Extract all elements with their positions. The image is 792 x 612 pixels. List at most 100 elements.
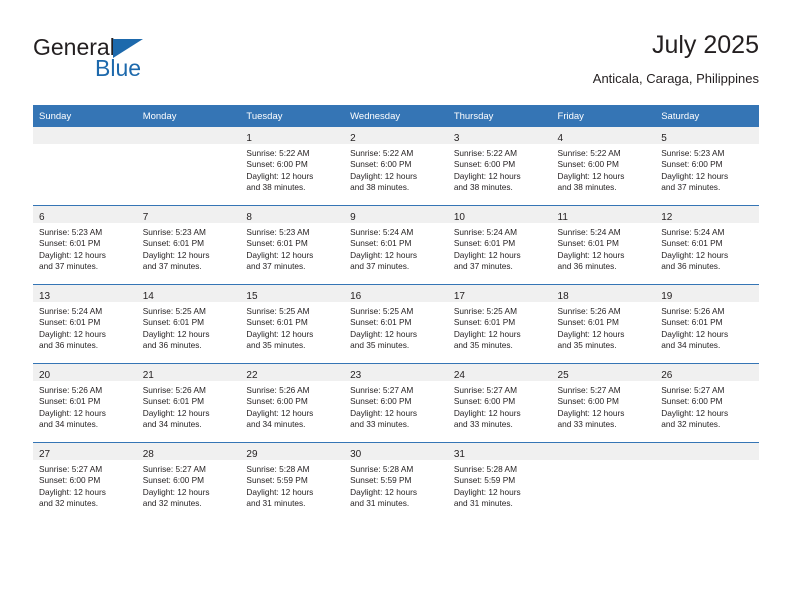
calendar-day-cell[interactable]: 1 Sunrise: 5:22 AM Sunset: 6:00 PM Daylight… bbox=[240, 127, 345, 206]
day-detail-line: Daylight: 12 hours bbox=[557, 328, 625, 339]
day-number-band: 27 bbox=[33, 443, 137, 460]
day-detail-line: Daylight: 12 hours bbox=[142, 486, 210, 497]
day-detail-line: Daylight: 12 hours bbox=[246, 170, 314, 181]
day-detail-line: Sunset: 6:01 PM bbox=[350, 317, 412, 328]
day-detail-block bbox=[552, 460, 656, 464]
day-number: 18 bbox=[557, 291, 569, 302]
calendar-day-cell[interactable]: 15 Sunrise: 5:25 AM Sunset: 6:01 PM Dayligh… bbox=[240, 284, 345, 364]
day-number-band: 14 bbox=[136, 285, 241, 302]
day-detail-line: Sunrise: 5:26 AM bbox=[557, 306, 621, 316]
day-detail-line: Sunset: 6:00 PM bbox=[661, 396, 723, 407]
day-detail-line: Sunset: 6:00 PM bbox=[453, 396, 516, 407]
day-detail-line: Daylight: 12 hours bbox=[661, 170, 729, 181]
day-detail-block: Sunrise: 5:23 AM Sunset: 6:00 PM Daylight:… bbox=[655, 144, 759, 194]
calendar-day-cell[interactable]: 3 Sunrise: 5:22 AM Sunset: 6:00 PM Daylight… bbox=[447, 127, 552, 206]
calendar-day-cell[interactable]: 12 Sunrise: 5:24 AM Sunset: 6:01 PM Dayligh… bbox=[655, 205, 759, 285]
calendar-day-cell[interactable]: 25 Sunrise: 5:27 AM Sunset: 6:00 PM Dayligh… bbox=[551, 363, 656, 443]
day-detail-line: Sunset: 6:00 PM bbox=[557, 159, 619, 170]
day-detail-line: Sunset: 6:00 PM bbox=[246, 159, 308, 170]
day-number: 22 bbox=[246, 370, 258, 381]
day-number: 29 bbox=[246, 449, 258, 460]
day-detail-line: Daylight: 12 hours bbox=[39, 486, 106, 497]
calendar-day-cell[interactable]: 7 Sunrise: 5:23 AM Sunset: 6:01 PM Daylight… bbox=[136, 205, 241, 285]
calendar-day-cell[interactable]: 8 Sunrise: 5:23 AM Sunset: 6:01 PM Daylight… bbox=[240, 205, 345, 285]
calendar-day-cell[interactable]: 27 Sunrise: 5:27 AM Sunset: 6:00 PM Dayligh… bbox=[33, 442, 137, 521]
calendar-day-cell[interactable]: 30 Sunrise: 5:28 AM Sunset: 5:59 PM Dayligh… bbox=[344, 442, 448, 521]
day-number: 5 bbox=[661, 133, 667, 144]
weekday-header-monday: Monday bbox=[136, 105, 241, 127]
calendar-table: Sunday Monday Tuesday Wednesday Thursday Frid… bbox=[33, 105, 759, 521]
day-detail-block: Sunrise: 5:28 AM Sunset: 5:59 PM Daylight:… bbox=[240, 460, 344, 510]
day-detail-line: Sunset: 6:01 PM bbox=[246, 317, 308, 328]
day-number: 17 bbox=[453, 291, 465, 302]
day-detail-block: Sunrise: 5:26 AM Sunset: 6:01 PM Daylight:… bbox=[33, 381, 137, 431]
day-detail-block bbox=[33, 144, 137, 148]
day-detail-block: Sunrise: 5:22 AM Sunset: 6:00 PM Daylight:… bbox=[552, 144, 656, 194]
calendar-week-row: 1 Sunrise: 5:22 AM Sunset: 6:00 PM Daylight… bbox=[33, 127, 759, 206]
calendar-day-cell[interactable]: 17 Sunrise: 5:25 AM Sunset: 6:01 PM Dayligh… bbox=[447, 284, 552, 364]
day-detail-line: and 31 minutes. bbox=[453, 498, 513, 509]
day-number: 20 bbox=[39, 370, 51, 381]
day-detail-block: Sunrise: 5:26 AM Sunset: 6:01 PM Daylight:… bbox=[655, 302, 759, 352]
day-detail-line: Daylight: 12 hours bbox=[453, 328, 521, 339]
calendar-day-cell[interactable]: 11 Sunrise: 5:24 AM Sunset: 6:01 PM Dayligh… bbox=[551, 205, 656, 285]
day-number-band: 15 bbox=[240, 285, 345, 302]
calendar-day-cell[interactable]: 10 Sunrise: 5:24 AM Sunset: 6:01 PM Dayligh… bbox=[447, 205, 552, 285]
day-detail-line: and 37 minutes. bbox=[142, 261, 202, 272]
calendar-week-row: 13 Sunrise: 5:24 AM Sunset: 6:01 PM Dayligh… bbox=[33, 284, 759, 364]
calendar-day-cell[interactable]: 24 Sunrise: 5:27 AM Sunset: 6:00 PM Dayligh… bbox=[447, 363, 552, 443]
day-detail-line: Sunrise: 5:27 AM bbox=[142, 464, 206, 474]
calendar-day-cell[interactable]: 20 Sunrise: 5:26 AM Sunset: 6:01 PM Dayligh… bbox=[33, 363, 137, 443]
page-header: General Blue July 2025 Anticala, Caraga,… bbox=[33, 30, 759, 98]
calendar-day-cell[interactable]: 23 Sunrise: 5:27 AM Sunset: 6:00 PM Dayligh… bbox=[344, 363, 448, 443]
day-number: 23 bbox=[350, 370, 362, 381]
calendar-day-cell[interactable]: 4 Sunrise: 5:22 AM Sunset: 6:00 PM Daylight… bbox=[551, 127, 656, 206]
day-detail-line: Sunset: 5:59 PM bbox=[246, 475, 308, 486]
day-number-band: 1 bbox=[240, 127, 345, 144]
day-number-band: 3 bbox=[447, 127, 552, 144]
day-number: 15 bbox=[246, 291, 258, 302]
logo-text-blue: Blue bbox=[95, 55, 142, 81]
day-detail-line: Sunset: 6:01 PM bbox=[142, 238, 205, 249]
day-detail-line: and 35 minutes. bbox=[453, 340, 513, 351]
day-detail-line: Sunrise: 5:28 AM bbox=[350, 464, 414, 474]
calendar-day-cell[interactable]: 21 Sunrise: 5:26 AM Sunset: 6:01 PM Dayligh… bbox=[136, 363, 241, 443]
calendar-day-cell[interactable]: 2 Sunrise: 5:22 AM Sunset: 6:00 PM Daylight… bbox=[344, 127, 448, 206]
calendar-day-cell[interactable]: 31 Sunrise: 5:28 AM Sunset: 5:59 PM Dayligh… bbox=[447, 442, 552, 521]
day-number: 16 bbox=[350, 291, 362, 302]
weekday-header-saturday: Saturday bbox=[655, 105, 759, 127]
calendar-day-cell[interactable]: 19 Sunrise: 5:26 AM Sunset: 6:01 PM Dayligh… bbox=[655, 284, 759, 364]
day-number: 21 bbox=[142, 370, 154, 381]
weekday-header-thursday: Thursday bbox=[447, 105, 552, 127]
day-number: 24 bbox=[453, 370, 465, 381]
day-detail-line: and 32 minutes. bbox=[39, 498, 99, 509]
day-detail-block: Sunrise: 5:24 AM Sunset: 6:01 PM Daylight:… bbox=[344, 223, 448, 273]
day-detail-line: Daylight: 12 hours bbox=[350, 407, 417, 418]
calendar-day-cell[interactable]: 29 Sunrise: 5:28 AM Sunset: 5:59 PM Dayligh… bbox=[240, 442, 345, 521]
day-detail-block: Sunrise: 5:26 AM Sunset: 6:01 PM Daylight:… bbox=[137, 381, 241, 431]
calendar-day-cell[interactable]: 13 Sunrise: 5:24 AM Sunset: 6:01 PM Dayligh… bbox=[33, 284, 137, 364]
calendar-day-cell[interactable]: 18 Sunrise: 5:26 AM Sunset: 6:01 PM Dayligh… bbox=[551, 284, 656, 364]
calendar-day-cell[interactable]: 28 Sunrise: 5:27 AM Sunset: 6:00 PM Dayligh… bbox=[136, 442, 241, 521]
day-detail-line: Daylight: 12 hours bbox=[453, 249, 521, 260]
day-detail-line: Sunrise: 5:27 AM bbox=[557, 385, 621, 395]
day-number: 10 bbox=[453, 212, 465, 223]
day-detail-line: Daylight: 12 hours bbox=[661, 249, 729, 260]
day-detail-block: Sunrise: 5:24 AM Sunset: 6:01 PM Daylight:… bbox=[448, 223, 552, 273]
weekday-header-tuesday: Tuesday bbox=[240, 105, 345, 127]
calendar-day-cell[interactable]: 6 Sunrise: 5:23 AM Sunset: 6:01 PM Daylight… bbox=[33, 205, 137, 285]
day-number: 13 bbox=[39, 291, 51, 302]
calendar-day-cell[interactable]: 26 Sunrise: 5:27 AM Sunset: 6:00 PM Dayligh… bbox=[655, 363, 759, 443]
day-detail-line: and 32 minutes. bbox=[661, 419, 721, 430]
calendar-day-cell[interactable]: 22 Sunrise: 5:26 AM Sunset: 6:00 PM Dayligh… bbox=[240, 363, 345, 443]
calendar-day-cell[interactable]: 9 Sunrise: 5:24 AM Sunset: 6:01 PM Daylight… bbox=[344, 205, 448, 285]
calendar-day-cell[interactable]: 16 Sunrise: 5:25 AM Sunset: 6:01 PM Dayligh… bbox=[344, 284, 448, 364]
day-detail-block: Sunrise: 5:22 AM Sunset: 6:00 PM Daylight:… bbox=[240, 144, 344, 194]
calendar-day-cell[interactable]: 14 Sunrise: 5:25 AM Sunset: 6:01 PM Dayligh… bbox=[136, 284, 241, 364]
day-detail-line: Sunrise: 5:25 AM bbox=[453, 306, 517, 316]
day-number-band: 8 bbox=[240, 206, 345, 223]
day-number-band: 31 bbox=[447, 443, 552, 460]
calendar-day-cell[interactable]: 5 Sunrise: 5:23 AM Sunset: 6:00 PM Daylight… bbox=[655, 127, 759, 206]
calendar-day-cell-empty bbox=[33, 127, 137, 206]
day-number-band: 29 bbox=[240, 443, 345, 460]
